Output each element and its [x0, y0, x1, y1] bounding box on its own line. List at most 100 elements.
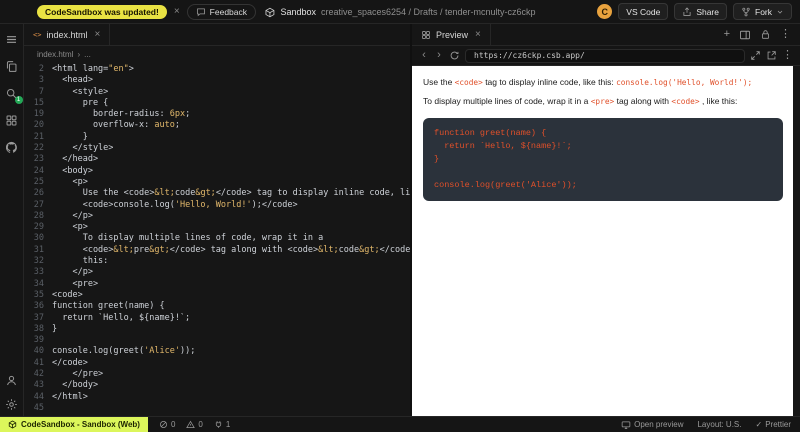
- open-preview-button[interactable]: Open preview: [621, 420, 683, 430]
- monitor-icon: [621, 420, 631, 430]
- chat-icon: [196, 7, 206, 17]
- fork-icon: [741, 7, 751, 17]
- columns-icon[interactable]: [739, 29, 751, 41]
- more-vertical-icon[interactable]: ⋮: [780, 29, 791, 40]
- preview-pane: Preview × + ⋮ ‹ › https://cz6ckp.csb.app…: [410, 24, 800, 416]
- code-line: 34 <pre>: [33, 278, 99, 289]
- account-icon[interactable]: [5, 373, 19, 387]
- update-banner[interactable]: CodeSandbox was updated!: [37, 4, 167, 19]
- sandbox-label: Sandbox: [280, 7, 316, 17]
- add-tab-icon[interactable]: +: [724, 29, 730, 40]
- vscode-button[interactable]: VS Code: [618, 3, 669, 20]
- prettier-indicator[interactable]: ✓ Prettier: [756, 420, 792, 429]
- keyboard-layout-indicator[interactable]: Layout: U.S.: [697, 420, 741, 429]
- preview-scrollbar[interactable]: [793, 66, 800, 416]
- code-line: 35 <code>: [33, 289, 83, 300]
- keyboard-layout-label: Layout: U.S.: [697, 420, 742, 429]
- environment-label: CodeSandbox - Sandbox (Web): [21, 420, 140, 429]
- code-line: 29 <p>: [33, 222, 88, 233]
- preview-content: Use the <code> tag to display inline cod…: [412, 66, 793, 416]
- project-path: creative_spaces6254 / Drafts / tender-mc…: [320, 7, 536, 17]
- breadcrumb-separator: ›: [77, 49, 81, 59]
- warnings-count: 0: [198, 420, 203, 429]
- breadcrumb-file[interactable]: index.html: [37, 50, 73, 59]
- chevron-down-icon: [776, 8, 784, 16]
- code-line: 40 console.log(greet('Alice'));: [33, 346, 196, 357]
- code-line: 23 </head>: [33, 154, 99, 165]
- menu-icon[interactable]: [5, 32, 19, 46]
- plug-icon: [214, 420, 223, 429]
- code-line: 31 <code>&lt;pre&gt;</code> tag along wi…: [33, 244, 410, 255]
- dismiss-update-icon[interactable]: ×: [174, 6, 180, 17]
- url-input[interactable]: https://cz6ckp.csb.app/: [465, 48, 745, 63]
- update-banner-text: CodeSandbox was updated!: [45, 6, 159, 17]
- code-line: 42 </pre>: [33, 369, 104, 380]
- warning-icon: [186, 420, 196, 429]
- feedback-button[interactable]: Feedback: [186, 3, 257, 20]
- ports-indicator[interactable]: 1: [214, 420, 230, 429]
- preview-tab-actions: + ⋮: [724, 24, 800, 45]
- settings-gear-icon[interactable]: [5, 397, 19, 411]
- code-line: 2 <html lang="en">: [38, 64, 134, 74]
- tab-index-html[interactable]: <> index.html ×: [24, 24, 111, 45]
- forward-icon[interactable]: ›: [434, 50, 444, 61]
- fork-button[interactable]: Fork: [733, 3, 792, 20]
- activity-bar-top: 1: [5, 32, 23, 154]
- search-badge: 1: [14, 96, 23, 104]
- breadcrumb-more[interactable]: ...: [84, 50, 91, 59]
- code-line: 44 </html>: [33, 391, 88, 402]
- inline-code: <code>: [454, 78, 483, 87]
- preview-paragraphs: Use the <code> tag to display inline cod…: [423, 77, 783, 106]
- code-line: 15 pre {: [33, 97, 109, 108]
- close-tab-icon[interactable]: ×: [94, 29, 100, 40]
- code-editor[interactable]: 2 <html lang="en"> 3 <head> 7 <style> 15 pre…: [24, 62, 410, 416]
- share-button[interactable]: Share: [674, 3, 727, 20]
- fork-label: Fork: [755, 6, 772, 17]
- preview-url-bar: ‹ › https://cz6ckp.csb.app/ ⋮: [412, 46, 800, 66]
- code-line: 38}: [33, 323, 58, 334]
- search-icon[interactable]: 1: [5, 86, 23, 104]
- code-line: 37 return `Hello, ${name}!`;: [33, 312, 191, 323]
- lock-icon[interactable]: [760, 29, 771, 40]
- apps-icon[interactable]: [5, 113, 19, 127]
- check-icon: ✓: [755, 420, 763, 429]
- warnings-indicator[interactable]: 0: [186, 420, 203, 429]
- status-bar: CodeSandbox - Sandbox (Web) 0 0 1 Open p…: [0, 416, 800, 432]
- inline-code: <pre>: [590, 97, 615, 106]
- github-icon[interactable]: [5, 140, 19, 154]
- code-line: 33 </p>: [33, 267, 93, 278]
- preview-tab-label: Preview: [436, 29, 469, 40]
- vscode-label: VS Code: [626, 6, 661, 17]
- code-line: 7 <style>: [38, 86, 109, 97]
- breadcrumb: index.html › ...: [24, 46, 410, 62]
- files-icon[interactable]: [5, 59, 19, 73]
- activity-bar: 1: [0, 24, 24, 416]
- preview-tab-bar: Preview × + ⋮: [412, 24, 800, 46]
- share-label: Share: [696, 6, 719, 17]
- open-external-icon[interactable]: [766, 50, 777, 61]
- project-breadcrumb[interactable]: Sandbox creative_spaces6254 / Drafts / t…: [264, 0, 536, 24]
- code-line: 24 <body>: [33, 165, 93, 176]
- code-line: 39: [33, 335, 44, 346]
- refresh-icon[interactable]: [449, 50, 460, 61]
- code-line: 22 </style>: [33, 143, 114, 154]
- code-lines: 2 <html lang="en"> 3 <head> 7 <style> 15 pre…: [24, 64, 410, 414]
- preview-code-block: function greet(name) { return `Hello, ${…: [423, 118, 783, 201]
- expand-icon[interactable]: [750, 50, 761, 61]
- tab-preview[interactable]: Preview ×: [412, 24, 491, 45]
- prettier-label: Prettier: [765, 420, 791, 429]
- close-preview-tab-icon[interactable]: ×: [475, 29, 481, 40]
- errors-icon: [159, 420, 168, 429]
- url-menu-icon[interactable]: ⋮: [782, 50, 793, 61]
- preview-paragraph: To display multiple lines of code, wrap …: [423, 96, 738, 106]
- editor-tab-bar: <> index.html ×: [24, 24, 410, 46]
- errors-indicator[interactable]: 0: [159, 420, 175, 429]
- activity-bar-bottom: [5, 373, 19, 411]
- back-icon[interactable]: ‹: [419, 50, 429, 61]
- code-line: 27 <code>console.log('Hello, World!');</…: [33, 199, 298, 210]
- sandbox-environment-badge[interactable]: CodeSandbox - Sandbox (Web): [0, 416, 148, 432]
- code-line: 45: [33, 402, 44, 413]
- avatar[interactable]: C: [597, 4, 613, 19]
- preview-paragraph: Use the <code> tag to display inline cod…: [423, 77, 753, 87]
- code-line: 28 </p>: [33, 210, 93, 221]
